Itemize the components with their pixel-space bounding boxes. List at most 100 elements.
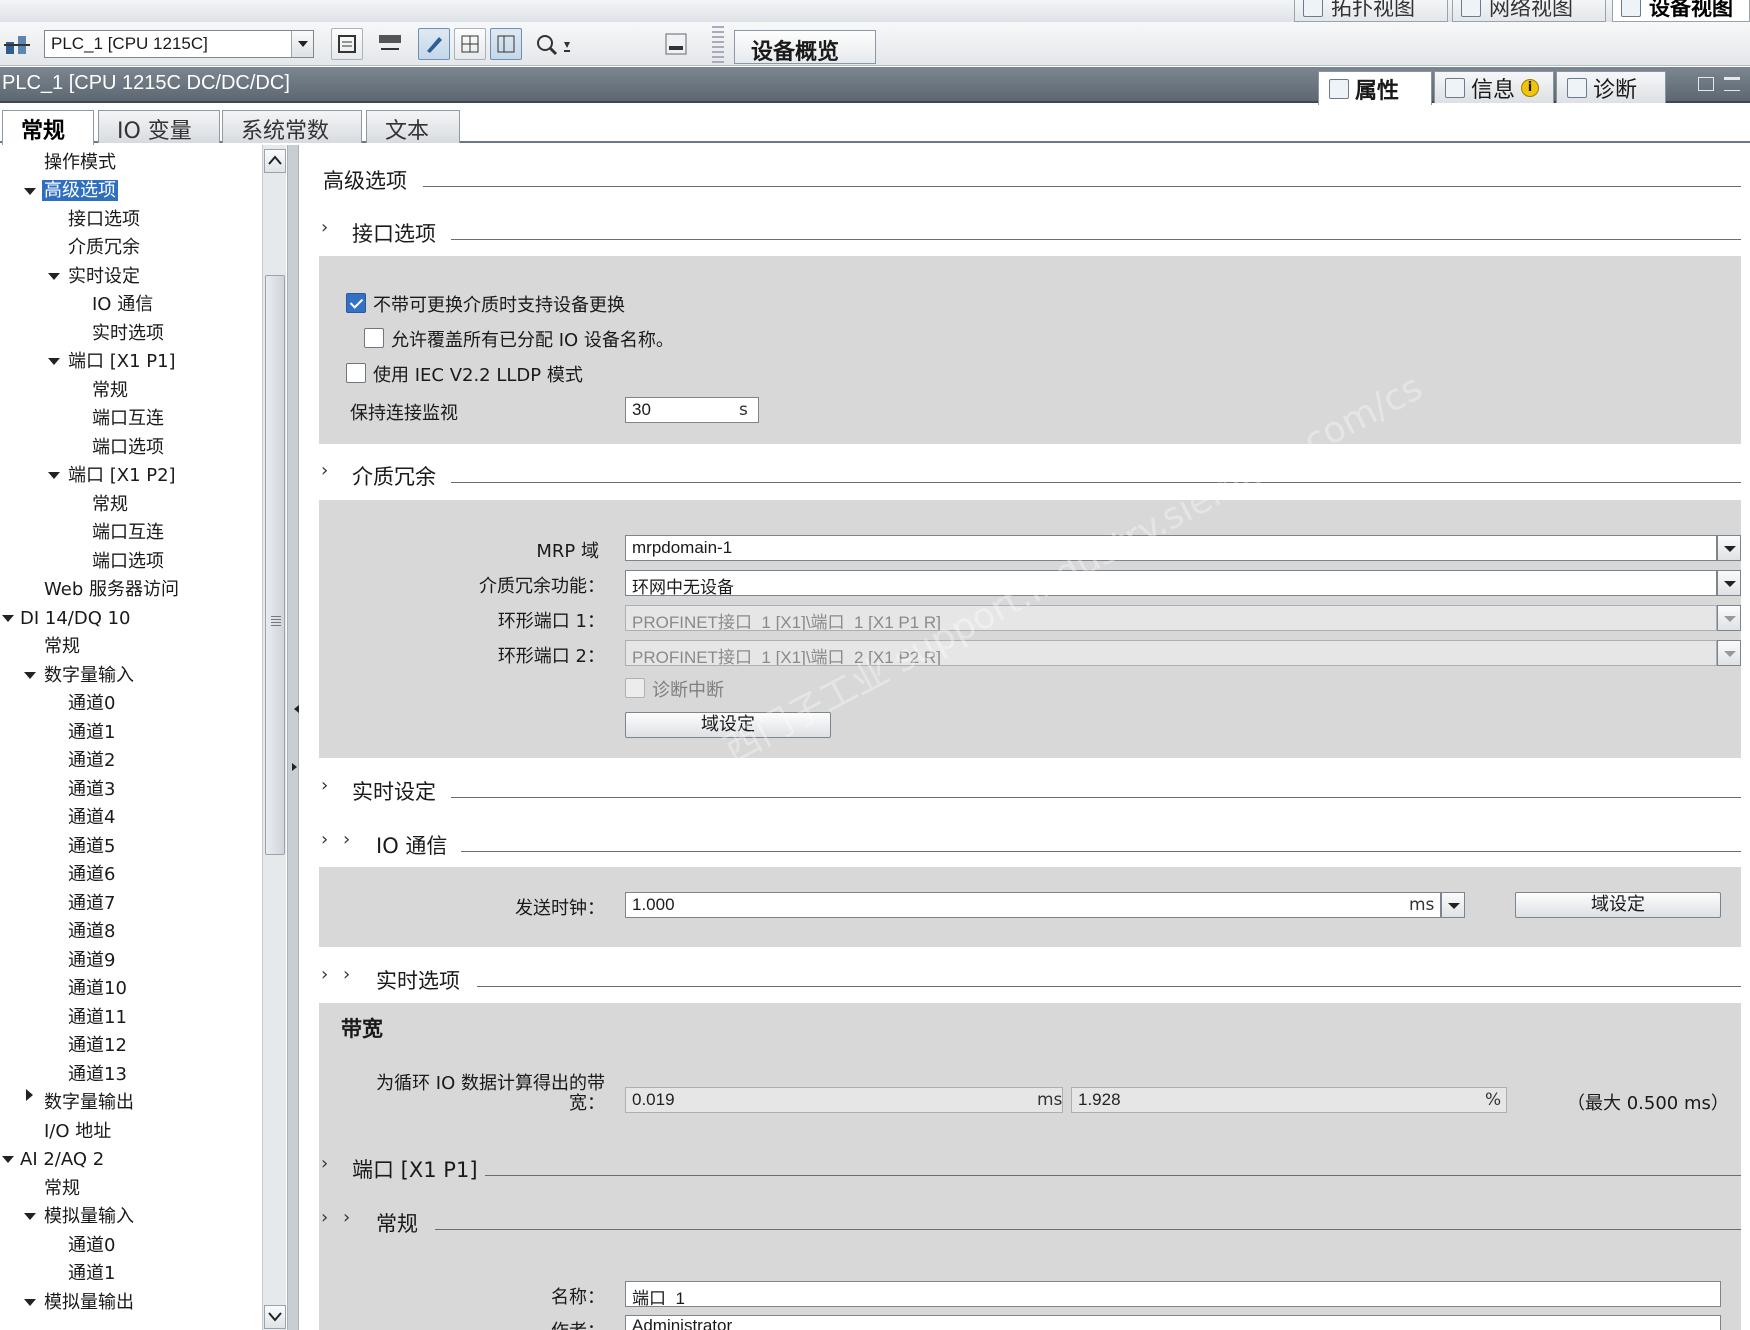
tree-item-port-p2[interactable]: 端口 [X1 P2] <box>68 462 176 490</box>
scroll-up-icon[interactable] <box>264 149 286 173</box>
tree-item-channel[interactable]: 通道0 <box>68 690 115 718</box>
tree-item-channel[interactable]: 通道1 <box>68 1260 115 1288</box>
pane-splitter[interactable] <box>287 145 299 1330</box>
tree-item-channel[interactable]: 通道9 <box>68 947 115 975</box>
expand-arrow-icon[interactable] <box>24 188 36 201</box>
expand-arrow-icon[interactable] <box>24 1213 36 1226</box>
tree-item-channel[interactable]: 通道3 <box>68 776 115 804</box>
expand-arrow-icon[interactable] <box>24 1299 36 1312</box>
mrp-domain-select[interactable]: mrpdomain-1 <box>625 535 1717 561</box>
tree-item-channel[interactable]: 通道11 <box>68 1004 127 1032</box>
tree-item-ai-general[interactable]: 常规 <box>44 1175 80 1203</box>
tree-item-digital-outputs[interactable]: 数字量输出 <box>44 1089 134 1117</box>
divider <box>461 851 1741 852</box>
zoom-icon[interactable] <box>534 32 578 58</box>
author-input[interactable]: Administrator <box>625 1315 1721 1330</box>
tree-item-channel[interactable]: 通道5 <box>68 833 115 861</box>
tree-item-ai2-aq2[interactable]: AI 2/AQ 2 <box>20 1146 104 1174</box>
tab-io-tags[interactable]: IO 变量 <box>98 110 220 144</box>
send-clock-input[interactable]: 1.000 <box>625 892 1441 918</box>
tree-item-channel[interactable]: 通道7 <box>68 890 115 918</box>
tree-item-port-p1[interactable]: 端口 [X1 P1] <box>68 348 176 376</box>
chevron-down-icon[interactable] <box>1717 570 1741 596</box>
restore-icon[interactable] <box>1698 77 1714 91</box>
ring-port-2-label: 环形端口 2： <box>497 646 605 667</box>
tree-item-p2-interconnect[interactable]: 端口互连 <box>92 519 164 547</box>
tree-item-channel[interactable]: 通道1 <box>68 719 115 747</box>
expand-arrow-icon[interactable] <box>24 672 36 685</box>
io-domain-settings-button[interactable]: 域设定 <box>1515 892 1721 918</box>
tree-scrollbar[interactable] <box>262 145 286 1330</box>
diagnostics-icon <box>1567 77 1587 98</box>
tree-item-rt-options[interactable]: 实时选项 <box>92 320 164 348</box>
tree-item-media-redundancy[interactable]: 介质冗余 <box>68 234 140 262</box>
network-view-tab[interactable]: 网络视图 <box>1452 0 1606 22</box>
domain-settings-button[interactable]: 域设定 <box>625 712 831 738</box>
tree-item-p2-options[interactable]: 端口选项 <box>92 548 164 576</box>
diagnostics-tab[interactable]: 诊断 <box>1556 71 1666 103</box>
tree-item-channel[interactable]: 通道10 <box>68 975 127 1003</box>
overwrite-names-checkbox[interactable] <box>364 328 384 348</box>
expand-arrow-icon[interactable] <box>48 273 60 286</box>
device-tree-icon[interactable] <box>4 32 30 56</box>
device-replacement-checkbox[interactable] <box>346 293 366 313</box>
expand-arrow-icon[interactable] <box>2 1156 14 1169</box>
collapse-arrow-icon[interactable] <box>26 1089 39 1101</box>
tree-item-advanced[interactable]: 高级选项 <box>42 177 118 205</box>
chevron-down-icon[interactable] <box>1717 535 1741 561</box>
chevron-down-icon[interactable] <box>1441 892 1465 918</box>
tree-item-di-general[interactable]: 常规 <box>44 633 80 661</box>
tree-item-interface-options[interactable]: 接口选项 <box>68 206 140 234</box>
tree-item-channel[interactable]: 通道13 <box>68 1061 127 1089</box>
device-select[interactable]: PLC_1 [CPU 1215C] <box>44 30 314 58</box>
grid-icon[interactable] <box>454 28 486 60</box>
redundancy-function-select[interactable]: 环网中无设备 <box>625 570 1717 596</box>
tree-item-io-address[interactable]: I/O 地址 <box>44 1118 111 1146</box>
tree-item-digital-inputs[interactable]: 数字量输入 <box>44 662 134 690</box>
tree-item-channel[interactable]: 通道8 <box>68 918 115 946</box>
tab-general[interactable]: 常规 <box>2 110 94 145</box>
chevron-down-icon <box>1717 605 1741 631</box>
tree-item-di14-dq10[interactable]: DI 14/DQ 10 <box>20 605 131 633</box>
tab-texts[interactable]: 文本 <box>366 110 460 144</box>
toolbar-grip[interactable] <box>712 26 724 64</box>
pencil-icon[interactable] <box>418 28 450 60</box>
collapse-left-icon[interactable] <box>290 705 299 713</box>
expand-arrow-icon[interactable] <box>48 358 60 371</box>
tree-item-channel[interactable]: 通道0 <box>68 1232 115 1260</box>
properties-tab[interactable]: 属性 <box>1318 71 1432 105</box>
ring-port-1-select: PROFINET接口_1 [X1]\端口_1 [X1 P1 R] <box>625 605 1717 631</box>
chevron-down-icon[interactable] <box>291 31 313 57</box>
expand-arrow-icon[interactable] <box>2 615 14 628</box>
section-title-port-p1: 端口 [X1 P1] <box>352 1158 478 1182</box>
minimize-panel-icon[interactable] <box>1724 77 1740 91</box>
tree-item-p1-options[interactable]: 端口选项 <box>92 434 164 462</box>
lldp-mode-checkbox[interactable] <box>346 363 366 383</box>
tree-item-channel[interactable]: 通道2 <box>68 747 115 775</box>
info-tab[interactable]: 信息 i <box>1434 71 1554 103</box>
scroll-down-icon[interactable] <box>264 1305 286 1329</box>
columns-icon[interactable] <box>490 28 522 60</box>
tree-item-realtime[interactable]: 实时设定 <box>68 263 140 291</box>
tree-item-channel[interactable]: 通道6 <box>68 861 115 889</box>
tree-item-channel[interactable]: 通道12 <box>68 1032 127 1060</box>
tree-item-io-comm[interactable]: IO 通信 <box>92 291 153 319</box>
tree-item-p1-interconnect[interactable]: 端口互连 <box>92 405 164 433</box>
tab-system-constants[interactable]: 系统常数 <box>222 110 362 144</box>
tree-item-p2-general[interactable]: 常规 <box>92 491 128 519</box>
name-tag-icon[interactable] <box>374 28 406 60</box>
device-view-tab[interactable]: 设备视图 <box>1612 0 1750 22</box>
tree-item-channel[interactable]: 通道4 <box>68 804 115 832</box>
tree-item-p1-general[interactable]: 常规 <box>92 377 128 405</box>
topology-view-tab[interactable]: 拓扑视图 <box>1294 0 1448 22</box>
expand-arrow-icon[interactable] <box>48 472 60 485</box>
scroll-thumb[interactable] <box>265 275 285 855</box>
name-input[interactable]: 端口_1 <box>625 1281 1721 1307</box>
tree-item-analog-outputs[interactable]: 模拟量输出 <box>44 1289 134 1317</box>
tree-item-analog-inputs[interactable]: 模拟量输入 <box>44 1203 134 1231</box>
device-overview-icon[interactable] <box>331 28 363 60</box>
device-overview-tab[interactable]: 设备概览 <box>734 30 876 65</box>
tree-item-web-server[interactable]: Web 服务器访问 <box>44 576 179 604</box>
tree-item-operating-mode[interactable]: 操作模式 <box>44 149 116 177</box>
layout-icon[interactable] <box>664 32 688 56</box>
